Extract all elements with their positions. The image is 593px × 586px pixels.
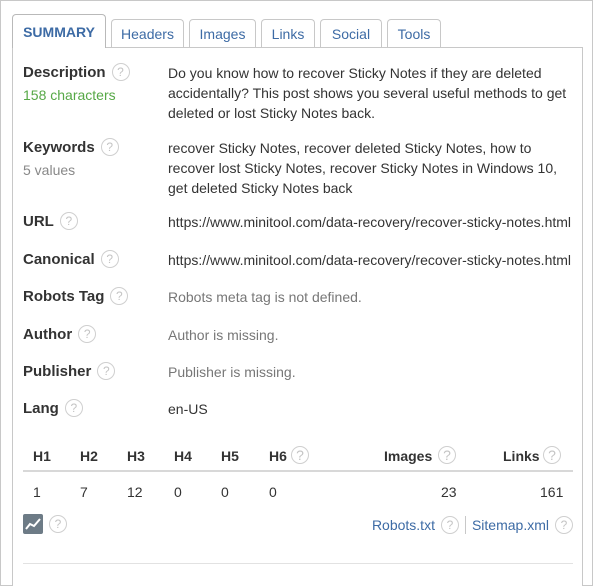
- url-value: https://www.minitool.com/data-recovery/r…: [168, 214, 572, 230]
- publisher-label-text: Publisher: [23, 362, 92, 380]
- heading-stats-header: H1 H2 H3 H4 H5 H6 ? Images ? Links ?: [23, 444, 573, 472]
- h6-count: 0: [269, 484, 277, 500]
- h2-count: 7: [80, 484, 88, 500]
- url-label-text: URL: [23, 212, 54, 230]
- author-label: Author ?: [23, 325, 97, 343]
- help-icon[interactable]: ?: [97, 362, 116, 380]
- description-label-text: Description: [23, 63, 106, 81]
- help-icon[interactable]: ?: [59, 212, 78, 230]
- link-divider: [464, 516, 466, 534]
- keywords-row: Keywords ? 5 values recover Sticky Notes…: [23, 138, 573, 198]
- lang-value: en-US: [168, 401, 208, 417]
- help-icon[interactable]: ?: [440, 516, 459, 534]
- links-count: 161: [540, 484, 564, 500]
- seo-summary-window: SUMMARY Headers Images Links Social Tool…: [0, 0, 593, 586]
- robots-row: Robots Tag ? Robots meta tag is not defi…: [23, 287, 573, 311]
- robots-value: Robots meta tag is not defined.: [168, 289, 362, 305]
- robots-label: Robots Tag ?: [23, 287, 129, 305]
- h5-header: H5: [221, 448, 239, 464]
- help-icon[interactable]: ?: [100, 250, 119, 268]
- url-label: URL ?: [23, 212, 78, 230]
- h3-count: 12: [127, 484, 143, 500]
- help-icon[interactable]: ?: [555, 516, 573, 534]
- help-icon[interactable]: ?: [111, 63, 130, 81]
- canonical-value: https://www.minitool.com/data-recovery/r…: [168, 252, 572, 268]
- links-header: Links: [503, 448, 540, 464]
- summary-panel: Description ? 158 characters Do you know…: [12, 47, 583, 586]
- lang-label: Lang ?: [23, 399, 83, 417]
- lang-label-text: Lang: [23, 399, 59, 417]
- chart-glyph: [25, 518, 41, 530]
- sitemap-xml-link[interactable]: Sitemap.xml: [472, 517, 549, 533]
- heading-stats-values: 1 7 12 0 0 0 23 161: [23, 484, 573, 504]
- robots-label-text: Robots Tag: [23, 287, 105, 305]
- description-row: Description ? 158 characters Do you know…: [23, 63, 573, 123]
- lang-row: Lang ? en-US: [23, 399, 573, 423]
- description-length: 158 characters: [23, 87, 116, 103]
- description-label: Description ?: [23, 63, 130, 81]
- footer-links: Robots.txt ? Sitemap.xml ?: [372, 514, 573, 536]
- tab-headers[interactable]: Headers: [111, 19, 184, 48]
- tab-social[interactable]: Social: [320, 19, 382, 48]
- help-icon[interactable]: ?: [110, 287, 129, 305]
- keywords-count: 5 values: [23, 162, 76, 178]
- help-icon[interactable]: ?: [291, 446, 309, 464]
- divider: [23, 563, 573, 564]
- h1-header: H1: [33, 448, 51, 464]
- author-row: Author ? Author is missing.: [23, 325, 573, 349]
- robots-txt-link[interactable]: Robots.txt: [372, 517, 435, 533]
- canonical-row: Canonical ? https://www.minitool.com/dat…: [23, 250, 573, 274]
- help-icon[interactable]: ?: [438, 446, 456, 464]
- h5-count: 0: [221, 484, 229, 500]
- publisher-row: Publisher ? Publisher is missing.: [23, 362, 573, 386]
- help-icon[interactable]: ?: [49, 515, 67, 533]
- help-icon[interactable]: ?: [100, 138, 119, 156]
- publisher-label: Publisher ?: [23, 362, 116, 380]
- images-count: 23: [441, 484, 457, 500]
- canonical-label: Canonical ?: [23, 250, 119, 268]
- tab-tools[interactable]: Tools: [387, 19, 441, 48]
- h2-header: H2: [80, 448, 98, 464]
- chart-icon[interactable]: [23, 514, 43, 534]
- description-value: Do you know how to recover Sticky Notes …: [168, 65, 567, 121]
- canonical-label-text: Canonical: [23, 250, 95, 268]
- h3-header: H3: [127, 448, 145, 464]
- h4-count: 0: [174, 484, 182, 500]
- keywords-label-text: Keywords: [23, 138, 95, 156]
- h1-count: 1: [33, 484, 41, 500]
- help-icon[interactable]: ?: [78, 325, 97, 343]
- help-icon[interactable]: ?: [64, 399, 83, 417]
- h4-header: H4: [174, 448, 192, 464]
- keywords-value: recover Sticky Notes, recover deleted St…: [168, 140, 558, 196]
- url-row: URL ? https://www.minitool.com/data-reco…: [23, 212, 573, 236]
- keywords-label: Keywords ?: [23, 138, 119, 156]
- author-label-text: Author: [23, 325, 73, 343]
- summary-footer: ? Robots.txt ? Sitemap.xml ?: [23, 514, 573, 538]
- author-value: Author is missing.: [168, 327, 279, 343]
- tab-summary[interactable]: SUMMARY: [12, 14, 106, 48]
- tab-links[interactable]: Links: [261, 19, 315, 48]
- help-icon[interactable]: ?: [543, 446, 561, 464]
- publisher-value: Publisher is missing.: [168, 364, 296, 380]
- h6-header: H6: [269, 448, 287, 464]
- tab-bar: SUMMARY Headers Images Links Social Tool…: [12, 14, 446, 48]
- images-header: Images: [384, 448, 433, 464]
- tab-images[interactable]: Images: [189, 19, 256, 48]
